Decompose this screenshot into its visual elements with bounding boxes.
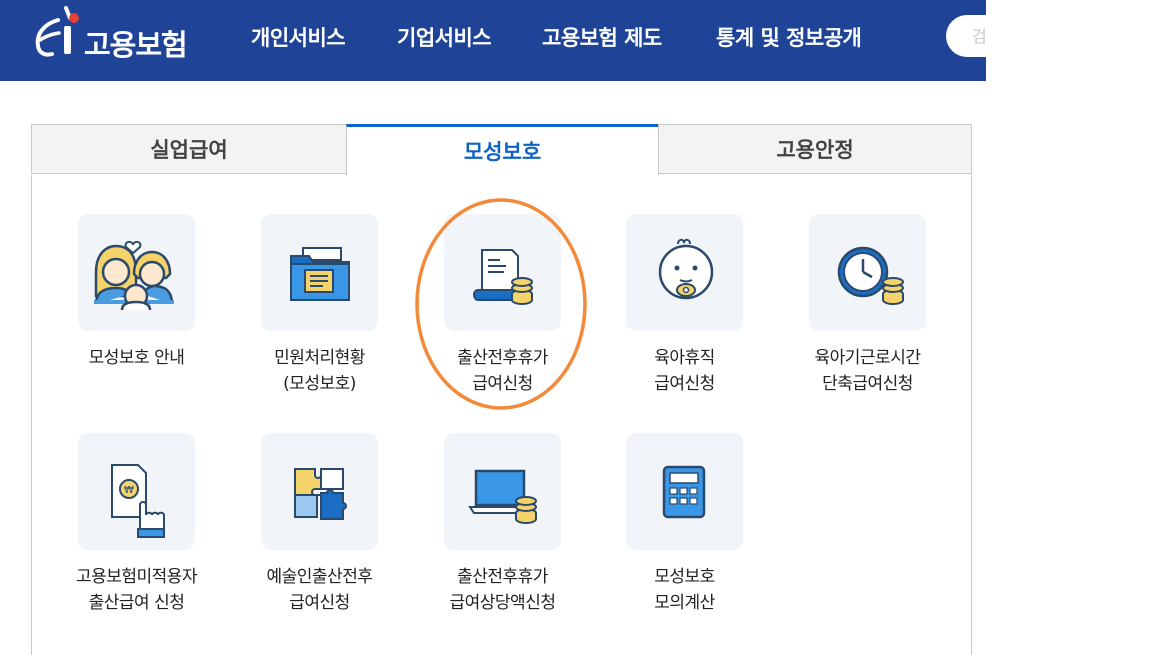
tile-maternity-leave-application[interactable]: 출산전후휴가 급여신청 [398, 214, 581, 414]
tile-reduced-hours-application[interactable]: 육아기근로시간 단축급여신청 [763, 214, 946, 414]
icon-box [261, 214, 378, 331]
ei-logo-icon [35, 6, 79, 57]
calculator-icon [662, 465, 706, 519]
tile-complaint-status[interactable]: 민원처리현황 (모성보호) [215, 214, 398, 414]
logo[interactable]: 고용보험 [28, 6, 208, 66]
clock-coins-icon [837, 246, 904, 306]
icon-box [78, 214, 195, 331]
family-icon [94, 240, 174, 311]
tab-bar: 실업급여 모성보호 고용안정 [31, 124, 972, 176]
icon-box [626, 433, 743, 550]
tile-parental-leave-application[interactable]: 육아휴직 급여신청 [580, 214, 763, 414]
puzzle-icon [294, 468, 347, 520]
svg-text:₩: ₩ [124, 485, 134, 496]
icon-box [444, 214, 561, 331]
icon-box [444, 433, 561, 550]
folder-icon [290, 247, 350, 301]
tile-artist-maternity-application[interactable]: 예술인출산전후 급여신청 [215, 433, 398, 633]
tab-unemployment-benefits[interactable]: 실업급여 [31, 124, 347, 174]
tile-uninsured-maternity-application[interactable]: ₩ 고용보험미적용자 출산급여 신청 [32, 433, 215, 633]
tab-employment-stability[interactable]: 고용안정 [658, 124, 972, 174]
tile-label: 출산전후휴가 급여상당액신청 [449, 567, 556, 613]
tile-label: 육아기근로시간 단축급여신청 [814, 348, 921, 394]
tab-maternity-protection[interactable]: 모성보호 [346, 124, 659, 176]
icon-box [261, 433, 378, 550]
nav-statistics[interactable]: 통계 및 정보공개 [716, 22, 862, 52]
maternity-service-panel: 모성보호 안내 민원처리현황 (모성보호) 출산전후휴가 급여신청 육아휴직 급… [31, 175, 972, 655]
nav-personal-services[interactable]: 개인서비스 [251, 22, 346, 52]
tile-label: 예술인출산전후 급여신청 [266, 567, 373, 613]
logo-text: 고용보험 [84, 28, 188, 62]
document-hand-icon: ₩ [111, 464, 165, 538]
icon-box [809, 214, 926, 331]
document-coins-icon [472, 249, 533, 306]
laptop-coins-icon [468, 469, 537, 525]
tile-maternity-equivalent-application[interactable]: 출산전후휴가 급여상당액신청 [398, 433, 581, 633]
tile-maternity-guide[interactable]: 모성보호 안내 [32, 214, 215, 414]
nav-business-services[interactable]: 기업서비스 [397, 22, 492, 52]
icon-box: ₩ [78, 433, 195, 550]
baby-icon [658, 238, 714, 300]
tile-label: 모성보호 안내 [88, 348, 185, 368]
tile-label: 출산전후휴가 급여신청 [457, 348, 548, 394]
nav-insurance-system[interactable]: 고용보험 제도 [542, 22, 662, 52]
tile-label: 고용보험미적용자 출산급여 신청 [75, 567, 198, 613]
icon-box [626, 214, 743, 331]
tile-label: 육아휴직 급여신청 [654, 348, 715, 394]
tile-label: 모성보호 모의계산 [654, 567, 715, 613]
blank-area [986, 0, 1152, 643]
tile-maternity-simulation[interactable]: 모성보호 모의계산 [580, 433, 763, 633]
tile-label: 민원처리현황 (모성보호) [274, 348, 365, 394]
top-header: 고용보험 개인서비스 기업서비스 고용보험 제도 통계 및 정보공개 [0, 0, 1006, 81]
